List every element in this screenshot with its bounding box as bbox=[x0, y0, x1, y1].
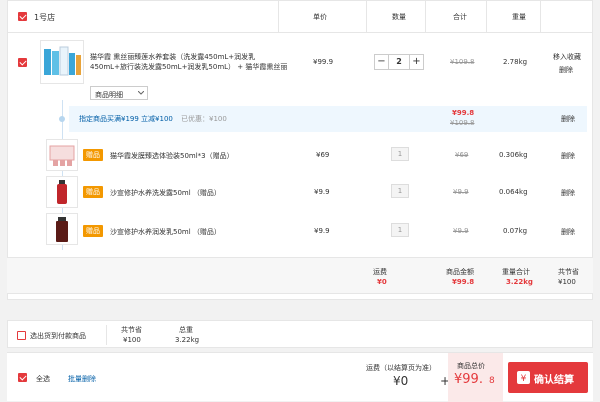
promo-orig-total: ¥109.8 bbox=[450, 119, 475, 127]
promo-total: ¥99.8 bbox=[452, 109, 475, 117]
detail-select[interactable]: 商品明细 bbox=[90, 86, 148, 100]
item-weight: 2.78kg bbox=[503, 58, 528, 66]
gift-name[interactable]: 沙宣修护水养洗发露50ml （赠品） bbox=[110, 188, 221, 198]
gift-qty: 1 bbox=[391, 184, 409, 198]
gift-tag: 赠品 bbox=[83, 225, 103, 237]
gift-qty: 1 bbox=[391, 147, 409, 161]
gift-thumbnail[interactable] bbox=[46, 213, 78, 245]
gift-price: ¥9.9 bbox=[314, 188, 330, 196]
store-header: 1号店 单价 数量 合计 重量 bbox=[7, 0, 593, 33]
col-qty-header: 数量 bbox=[392, 13, 406, 21]
cod-saved-value: ¥100 bbox=[123, 336, 141, 344]
select-all-label[interactable]: 全选 bbox=[36, 374, 50, 384]
promo-saved: 已优惠：¥100 bbox=[181, 115, 227, 123]
cod-weight-label: 总重 bbox=[179, 326, 193, 334]
gift-tag: 赠品 bbox=[83, 149, 103, 161]
gift-weight: 0.064kg bbox=[499, 188, 528, 196]
footer-total-value-small: 8 bbox=[489, 376, 495, 386]
col-price-header: 单价 bbox=[313, 13, 327, 21]
product-image bbox=[44, 46, 81, 76]
select-all-checkbox[interactable] bbox=[18, 373, 27, 382]
promo-dot bbox=[59, 116, 65, 122]
gift-qty: 1 bbox=[391, 223, 409, 237]
cod-label[interactable]: 选出货到付款商品 bbox=[30, 331, 86, 341]
total-box: 商品总价 ¥99. 8 bbox=[448, 353, 503, 402]
gift-delete-link[interactable]: 删除 bbox=[561, 227, 575, 237]
checkout-button-label: 确认结算 bbox=[534, 375, 574, 386]
gift-weight: 0.306kg bbox=[499, 151, 528, 159]
item-checkbox[interactable] bbox=[18, 58, 27, 67]
gift-orig: ¥9.9 bbox=[453, 227, 469, 235]
gift-thumbnail[interactable] bbox=[46, 176, 78, 208]
footer-shipping-value: ¥0 bbox=[393, 374, 409, 388]
cod-divider bbox=[106, 325, 107, 345]
store-checkbox[interactable] bbox=[18, 12, 27, 21]
summary-saved-label: 共节省 bbox=[558, 268, 579, 276]
promo-label[interactable]: 指定商品买满¥199 立减¥100 bbox=[79, 114, 173, 124]
cod-checkbox[interactable] bbox=[17, 331, 26, 340]
summary-shipping-label: 运费 bbox=[373, 268, 387, 276]
store-name[interactable]: 1号店 bbox=[34, 12, 55, 23]
summary-amount-label: 商品金额 bbox=[446, 268, 474, 276]
gift-image bbox=[57, 180, 67, 204]
footer-shipping-label: 运费（以结算页为准） bbox=[366, 364, 436, 372]
gift-orig: ¥9.9 bbox=[453, 188, 469, 196]
gift-price: ¥69 bbox=[316, 151, 330, 159]
gift-price: ¥9.9 bbox=[314, 227, 330, 235]
col-weight-header: 重量 bbox=[512, 13, 526, 21]
gift-orig: ¥69 bbox=[455, 151, 469, 159]
gift-weight: 0.07kg bbox=[503, 227, 528, 235]
cod-bar: 选出货到付款商品 共节省 ¥100 总重 3.22kg bbox=[7, 320, 593, 348]
store-summary: 运费 ¥0 商品金额 ¥99.8 重量合计 3.22kg 共节省 ¥100 bbox=[7, 257, 593, 294]
cod-weight-value: 3.22kg bbox=[175, 336, 200, 344]
promo-delete-link[interactable]: 删除 bbox=[561, 114, 575, 124]
batch-delete-link[interactable]: 批量删除 bbox=[68, 374, 96, 384]
header-divider bbox=[278, 0, 279, 33]
detail-select-label: 商品明细 bbox=[95, 91, 123, 99]
qty-minus-button[interactable]: − bbox=[375, 55, 389, 69]
summary-weight-value: 3.22kg bbox=[506, 278, 533, 286]
cod-saved-label: 共节省 bbox=[121, 326, 142, 334]
product-thumbnail[interactable] bbox=[40, 40, 84, 84]
gift-delete-link[interactable]: 删除 bbox=[561, 151, 575, 161]
delete-link[interactable]: 删除 bbox=[559, 65, 573, 75]
gift-tag: 赠品 bbox=[83, 186, 103, 198]
footer-total-label: 商品总价 bbox=[457, 362, 485, 370]
summary-saved-value: ¥100 bbox=[558, 278, 576, 286]
header-divider bbox=[425, 0, 426, 33]
col-total-header: 合计 bbox=[453, 13, 467, 21]
item-title[interactable]: 猫华霞 熏丝丽臻莲水养套装（洗发露450mL+润发乳450mL+旅行装洗发露50… bbox=[90, 52, 290, 72]
checkout-button[interactable]: ¥ 确认结算 bbox=[508, 362, 588, 393]
chevron-down-icon bbox=[138, 91, 144, 95]
gift-name[interactable]: 猫华霞发膜臻选体验装50ml*3（赠品） bbox=[110, 151, 234, 161]
qty-plus-button[interactable]: + bbox=[409, 55, 423, 69]
item-orig-total: ¥109.8 bbox=[450, 58, 475, 66]
cart-icon: ¥ bbox=[517, 371, 530, 384]
qty-value[interactable]: 2 bbox=[389, 57, 409, 66]
header-divider bbox=[366, 0, 367, 33]
gift-name[interactable]: 沙宣修护水养润发乳50ml （赠品） bbox=[110, 227, 221, 237]
gift-image bbox=[56, 217, 68, 242]
footer-total-value: ¥99. bbox=[454, 372, 483, 387]
summary-weight-label: 重量合计 bbox=[502, 268, 530, 276]
header-divider bbox=[486, 0, 487, 33]
quantity-stepper[interactable]: − 2 + bbox=[374, 54, 424, 70]
summary-shipping-value: ¥0 bbox=[377, 278, 387, 286]
svg-text:¥: ¥ bbox=[521, 374, 527, 384]
item-price: ¥99.9 bbox=[313, 58, 334, 66]
gift-thumbnail[interactable] bbox=[46, 139, 78, 171]
header-divider bbox=[540, 0, 541, 33]
checkout-footer: 全选 批量删除 运费（以结算页为准） ¥0 + 商品总价 ¥99. 8 ¥ 确认… bbox=[7, 352, 593, 402]
gift-delete-link[interactable]: 删除 bbox=[561, 188, 575, 198]
summary-amount-value: ¥99.8 bbox=[452, 278, 475, 286]
move-to-favorites-link[interactable]: 移入收藏 bbox=[553, 52, 581, 62]
gift-image bbox=[49, 145, 75, 166]
